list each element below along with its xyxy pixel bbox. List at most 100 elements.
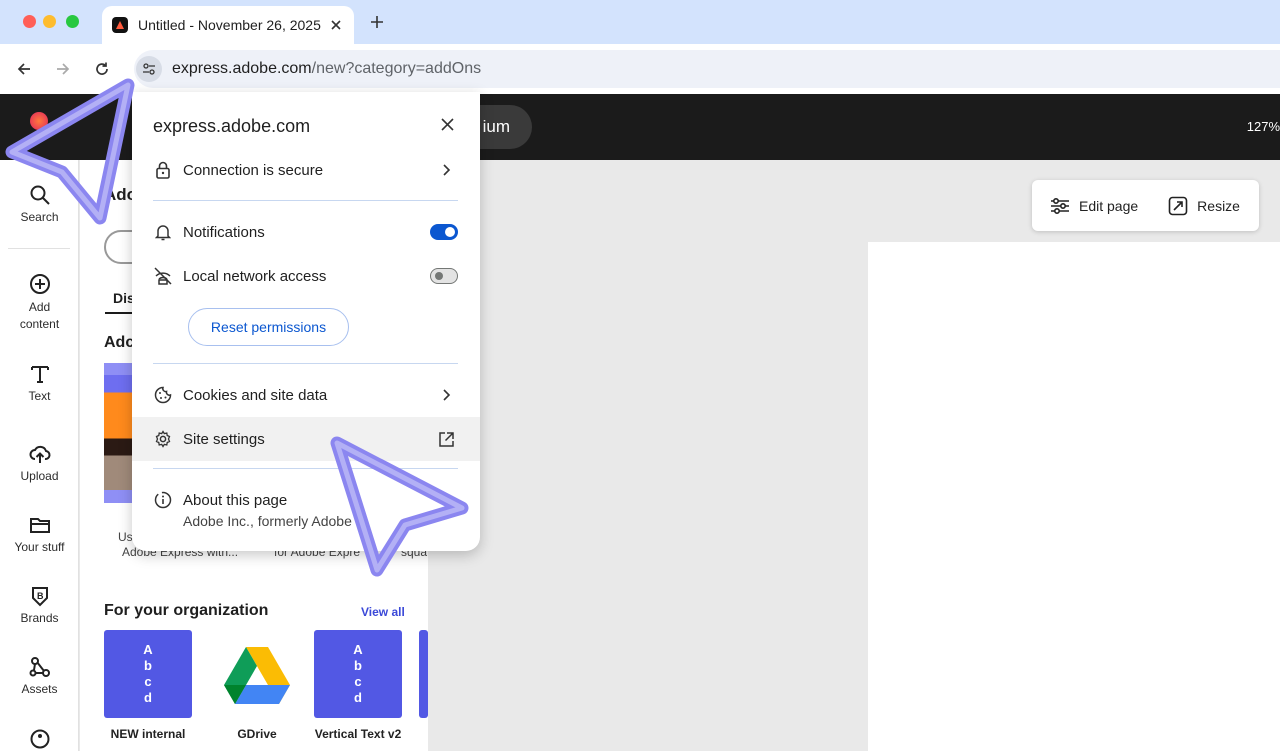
folder-icon bbox=[29, 518, 50, 533]
resize-button[interactable]: Resize bbox=[1168, 196, 1240, 216]
card-caption: GDrive screenshot bbox=[237, 727, 277, 741]
connection-secure-row[interactable]: Connection is secure bbox=[132, 148, 480, 192]
palette-icon bbox=[30, 729, 49, 749]
url-text: express.adobe.com/new?category=addOns bbox=[172, 60, 481, 78]
lock-icon bbox=[154, 161, 172, 179]
browser-toolbar: express.adobe.com/new?category=addOns bbox=[0, 44, 1280, 94]
divider bbox=[153, 200, 458, 201]
rail-label: Upload bbox=[20, 469, 59, 483]
browser-tab-bar: Untitled - November 26, 2025 bbox=[0, 0, 1280, 44]
tab-title: Untitled - November 26, 2025 bbox=[138, 17, 321, 33]
url-host: express.adobe.com bbox=[172, 60, 312, 77]
rail-item-text[interactable]: Text bbox=[0, 363, 79, 403]
card-letter: b bbox=[354, 658, 362, 673]
text-icon bbox=[30, 366, 49, 383]
notifications-row[interactable]: Notifications bbox=[132, 210, 480, 254]
site-settings-label: Site settings bbox=[183, 430, 265, 448]
google-drive-icon bbox=[224, 647, 290, 704]
section-title-organization: For your organization bbox=[104, 602, 269, 619]
rail-label: Brands bbox=[20, 611, 59, 625]
zoom-window-button[interactable] bbox=[66, 15, 79, 28]
addon-card[interactable]: A b c d bbox=[314, 630, 402, 718]
notifications-label: Notifications bbox=[183, 223, 265, 241]
rail-item-search[interactable]: Search bbox=[0, 184, 79, 224]
sliders-icon bbox=[1051, 197, 1069, 214]
card-caption: NEW internal listing TEST bbox=[110, 727, 186, 741]
addon-caption: Us bbox=[118, 530, 133, 544]
site-settings-row[interactable]: Site settings bbox=[132, 417, 480, 461]
card-letter: c bbox=[354, 674, 362, 689]
card-letter: c bbox=[144, 674, 152, 689]
addon-thumbnail[interactable] bbox=[104, 363, 132, 503]
left-rail: Search Add content Text Upload Your stuf… bbox=[0, 160, 79, 751]
site-info-icon[interactable] bbox=[136, 56, 162, 82]
about-label: About this page bbox=[183, 491, 288, 509]
forward-button[interactable] bbox=[52, 58, 74, 80]
bell-icon bbox=[154, 223, 172, 241]
cookie-icon bbox=[154, 386, 172, 404]
rail-divider bbox=[8, 248, 70, 249]
site-info-popup: express.adobe.com Connection is secure N… bbox=[132, 92, 480, 551]
edit-page-label: Edit page bbox=[1079, 197, 1139, 214]
zoom-level[interactable]: 127% bbox=[1247, 119, 1280, 134]
addon-card-partial[interactable] bbox=[419, 630, 428, 718]
network-off-icon bbox=[154, 267, 172, 285]
rail-item-more[interactable] bbox=[0, 728, 79, 751]
external-link-icon bbox=[437, 430, 455, 448]
card-letter: A bbox=[353, 642, 363, 657]
notifications-toggle[interactable] bbox=[430, 224, 458, 240]
rail-label: Assets bbox=[21, 682, 58, 696]
rail-item-brands[interactable]: B Brands bbox=[0, 585, 79, 625]
popup-close-icon[interactable] bbox=[439, 116, 455, 132]
card-letter: d bbox=[354, 690, 362, 705]
reload-button[interactable] bbox=[91, 58, 113, 80]
reset-permissions-button[interactable]: Reset permissions bbox=[188, 308, 349, 346]
search-icon bbox=[30, 185, 50, 205]
edit-page-button[interactable]: Edit page bbox=[1050, 197, 1138, 215]
card-letter: d bbox=[144, 690, 152, 705]
adobe-express-favicon-icon bbox=[112, 17, 128, 33]
rail-label: Add content bbox=[19, 300, 60, 331]
address-bar[interactable]: express.adobe.com/new?category=addOns bbox=[134, 50, 1280, 88]
adobe-express-logo-icon[interactable] bbox=[30, 112, 48, 130]
brand-shield-icon: B bbox=[31, 587, 48, 607]
section-title: Adc bbox=[104, 334, 135, 351]
popup-title: express.adobe.com bbox=[153, 116, 311, 136]
local-network-toggle[interactable] bbox=[430, 268, 458, 284]
rail-item-add-content[interactable]: Add content bbox=[0, 273, 79, 333]
cookies-label: Cookies and site data bbox=[183, 386, 328, 404]
about-subtitle: Adobe Inc., formerly Adobe bbox=[183, 513, 352, 529]
back-button[interactable] bbox=[13, 58, 35, 80]
svg-text:B: B bbox=[37, 591, 44, 601]
new-tab-button[interactable] bbox=[366, 11, 388, 33]
view-all-link[interactable]: View all bbox=[361, 605, 405, 619]
rail-item-your-stuff[interactable]: Your stuff bbox=[0, 514, 79, 554]
canvas-page[interactable] bbox=[868, 242, 1280, 751]
rail-label: Search bbox=[20, 210, 59, 224]
info-icon bbox=[154, 491, 172, 509]
gear-icon bbox=[154, 430, 172, 448]
browser-tab[interactable]: Untitled - November 26, 2025 bbox=[102, 6, 354, 44]
addon-card[interactable] bbox=[213, 630, 301, 718]
resize-icon bbox=[1168, 196, 1188, 215]
rail-item-upload[interactable]: Upload bbox=[0, 443, 79, 483]
tab-close-icon[interactable] bbox=[328, 17, 344, 33]
divider bbox=[153, 363, 458, 364]
card-caption: Vertical Text v2 bbox=[314, 727, 402, 741]
cloud-upload-icon bbox=[29, 445, 50, 463]
resize-label: Resize bbox=[1197, 197, 1240, 214]
rail-item-assets[interactable]: Assets bbox=[0, 656, 79, 696]
cookies-row[interactable]: Cookies and site data bbox=[132, 373, 480, 417]
local-network-label: Local network access bbox=[183, 267, 327, 285]
divider bbox=[153, 468, 458, 469]
rail-label: Text bbox=[28, 389, 51, 403]
local-network-row[interactable]: Local network access bbox=[132, 254, 480, 298]
card-letter: A bbox=[143, 642, 153, 657]
minimize-window-button[interactable] bbox=[43, 15, 56, 28]
assets-icon bbox=[29, 657, 50, 677]
close-window-button[interactable] bbox=[23, 15, 36, 28]
tab-underline bbox=[105, 312, 135, 314]
addon-card[interactable]: A b c d bbox=[104, 630, 192, 718]
url-path: /new?category=addOns bbox=[311, 60, 482, 77]
card-letter: b bbox=[144, 658, 152, 673]
